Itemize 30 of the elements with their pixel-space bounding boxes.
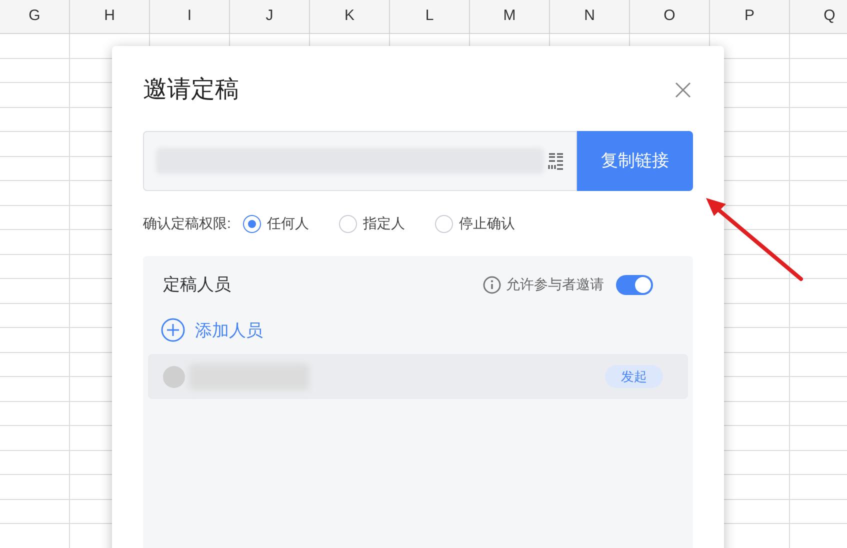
column-header[interactable]: M	[470, 0, 550, 33]
column-header[interactable]: H	[70, 0, 150, 33]
column-header[interactable]: K	[310, 0, 390, 33]
radio-option[interactable]: 停止确认	[434, 213, 515, 234]
radio-option[interactable]: 任何人	[242, 213, 309, 234]
column-header[interactable]: O	[630, 0, 710, 33]
toggle-switch[interactable]	[616, 274, 653, 295]
copy-link-button[interactable]: 复制链接	[577, 131, 693, 191]
plus-circle-icon	[161, 318, 185, 342]
column-header[interactable]: L	[390, 0, 470, 33]
radio-button[interactable]	[242, 214, 261, 232]
radio-button[interactable]	[338, 214, 357, 232]
radio-button[interactable]	[434, 214, 453, 232]
column-header[interactable]: N	[550, 0, 630, 33]
info-icon[interactable]	[483, 276, 501, 294]
dialog-title: 邀请定稿	[143, 75, 239, 105]
column-header[interactable]: J	[230, 0, 310, 33]
column-header[interactable]: P	[710, 0, 790, 33]
column-header[interactable]: G	[0, 0, 70, 33]
permission-label: 确认定稿权限:	[143, 214, 231, 233]
panel-title: 定稿人员	[163, 274, 231, 296]
initiator-badge: 发起	[605, 364, 663, 388]
close-icon[interactable]	[675, 82, 691, 98]
qr-code-icon[interactable]	[548, 152, 564, 170]
link-field[interactable]	[143, 131, 577, 191]
column-header[interactable]: Q	[790, 0, 847, 33]
allow-invite-label: 允许参与者邀请	[506, 275, 604, 294]
column-header[interactable]: I	[150, 0, 230, 33]
avatar	[163, 366, 185, 388]
radio-option[interactable]: 指定人	[338, 213, 405, 234]
